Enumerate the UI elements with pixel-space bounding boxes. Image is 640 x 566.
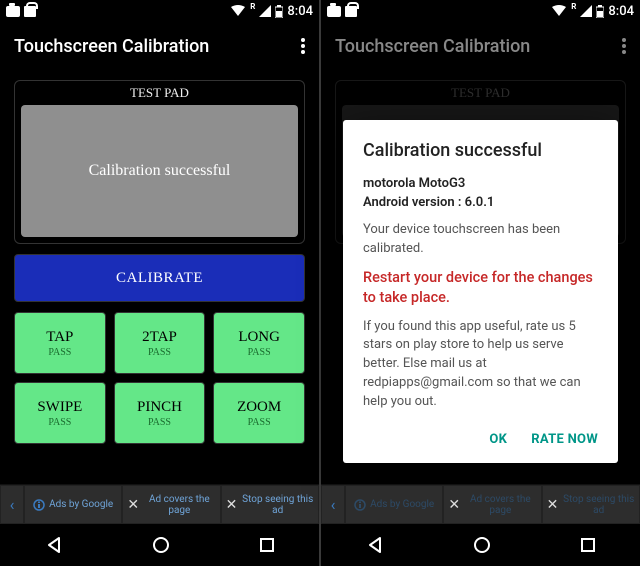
ads-chevron[interactable]: ‹ — [0, 485, 24, 524]
ad-covers-page[interactable]: ✕ Ad covers the page — [122, 485, 220, 524]
close-icon: ✕ — [226, 497, 238, 513]
device-name: motorola MotoG3 — [363, 175, 598, 194]
restart-message: Restart your device for the changes to t… — [363, 268, 598, 307]
nav-recent-button[interactable] — [579, 536, 597, 554]
battery-icon — [275, 5, 283, 18]
ad-covers-page[interactable]: ✕ Ad covers the page — [443, 485, 541, 524]
ads-chevron[interactable]: ‹ — [321, 485, 345, 524]
tile-status: PASS — [48, 417, 71, 428]
tile-2tap[interactable]: 2TAP PASS — [114, 312, 206, 374]
ad-covers-label: Ad covers the page — [143, 494, 216, 516]
shopping-bag-icon — [24, 6, 36, 17]
nav-home-button[interactable] — [472, 535, 492, 555]
stop-seeing-ad[interactable]: ✕ Stop seeing this ad — [542, 485, 640, 524]
wifi-icon — [551, 5, 567, 17]
overflow-menu-icon[interactable] — [301, 38, 305, 54]
close-icon: ✕ — [547, 497, 559, 513]
tile-status: PASS — [248, 347, 271, 358]
tile-zoom[interactable]: ZOOM PASS — [213, 382, 305, 444]
test-pad-surface[interactable]: Calibration successful — [21, 105, 298, 237]
info-icon — [354, 499, 366, 511]
tile-tap[interactable]: TAP PASS — [14, 312, 106, 374]
tile-pinch[interactable]: PINCH PASS — [114, 382, 206, 444]
camera-icon — [6, 6, 20, 17]
info-icon — [33, 499, 45, 511]
roaming-badge: R — [571, 2, 576, 11]
tile-status: PASS — [148, 417, 171, 428]
nav-home-button[interactable] — [151, 535, 171, 555]
ads-by-label: Ads by Google — [370, 499, 434, 510]
nav-bar — [0, 524, 319, 566]
clock: 8:04 — [287, 4, 313, 19]
nav-recent-button[interactable] — [258, 536, 276, 554]
appbar-title: Touchscreen Calibration — [335, 36, 530, 57]
app-bar: Touchscreen Calibration — [321, 22, 640, 70]
chevron-left-icon: ‹ — [10, 495, 15, 514]
dialog-ok-button[interactable]: OK — [489, 432, 507, 447]
nav-bar — [321, 524, 640, 566]
dialog-title: Calibration successful — [363, 140, 598, 161]
gesture-tiles: TAP PASS 2TAP PASS LONG PASS SWIPE PASS … — [14, 312, 305, 444]
calibration-dialog: Calibration successful motorola MotoG3 A… — [343, 120, 618, 463]
signal-icon — [259, 5, 271, 17]
android-version-line: Android version : 6.0.1 — [363, 194, 598, 213]
close-icon: ✕ — [127, 497, 139, 513]
stop-seeing-ad[interactable]: ✕ Stop seeing this ad — [221, 485, 319, 524]
android-version: 6.0.1 — [465, 195, 495, 210]
tile-title: 2TAP — [142, 329, 177, 346]
rate-message: If you found this app useful, rate us 5 … — [363, 318, 598, 412]
signal-icon — [580, 5, 592, 17]
test-pad-label: TEST PAD — [130, 81, 189, 105]
tile-status: PASS — [148, 347, 171, 358]
nav-back-button[interactable] — [44, 535, 64, 555]
app-bar: Touchscreen Calibration — [0, 22, 319, 70]
ads-by-label: Ads by Google — [49, 499, 113, 510]
stop-ad-label: Stop seeing this ad — [241, 494, 314, 516]
ads-banner: ‹ Ads by Google ✕ Ad covers the page ✕ S… — [0, 484, 319, 524]
dialog-rate-now-button[interactable]: RATE NOW — [531, 432, 598, 447]
tile-title: ZOOM — [237, 399, 281, 416]
nav-back-button[interactable] — [365, 535, 385, 555]
dialog-actions: OK RATE NOW — [363, 424, 598, 455]
phone-right: R 8:04 Touchscreen Calibration TEST PAD … — [321, 0, 640, 566]
clock: 8:04 — [608, 4, 634, 19]
status-bar: R 8:04 — [321, 0, 640, 22]
close-icon: ✕ — [448, 497, 460, 513]
appbar-title: Touchscreen Calibration — [14, 36, 209, 57]
dialog-body: motorola MotoG3 Android version : 6.0.1 … — [363, 175, 598, 412]
android-version-label: Android version : — [363, 195, 465, 210]
wifi-icon — [230, 5, 246, 17]
overflow-menu-icon[interactable] — [622, 38, 626, 54]
chevron-left-icon: ‹ — [331, 495, 336, 514]
status-bar: R 8:04 — [0, 0, 319, 22]
calibrate-label: CALIBRATE — [116, 270, 203, 287]
tile-title: PINCH — [137, 399, 182, 416]
calibrated-message: Your device touchscreen has been calibra… — [363, 221, 598, 259]
tile-swipe[interactable]: SWIPE PASS — [14, 382, 106, 444]
ad-covers-label: Ad covers the page — [464, 494, 537, 516]
tile-title: LONG — [238, 329, 280, 346]
roaming-badge: R — [250, 2, 255, 11]
ads-by-google[interactable]: Ads by Google — [24, 485, 122, 524]
tile-status: PASS — [48, 347, 71, 358]
test-pad-label: TEST PAD — [451, 81, 510, 105]
tile-title: TAP — [46, 329, 73, 346]
test-pad-frame: TEST PAD Calibration successful — [14, 80, 305, 244]
ads-by-google[interactable]: Ads by Google — [345, 485, 443, 524]
battery-icon — [596, 5, 604, 18]
calibrate-button[interactable]: CALIBRATE — [14, 254, 305, 302]
stop-ad-label: Stop seeing this ad — [562, 494, 635, 516]
shopping-bag-icon — [345, 6, 357, 17]
tile-title: SWIPE — [37, 399, 82, 416]
tile-status: PASS — [248, 417, 271, 428]
tile-long[interactable]: LONG PASS — [213, 312, 305, 374]
phone-left: R 8:04 Touchscreen Calibration TEST PAD … — [0, 0, 319, 566]
camera-icon — [327, 6, 341, 17]
test-pad-message: Calibration successful — [89, 162, 231, 180]
ads-banner: ‹ Ads by Google ✕ Ad covers the page ✕ S… — [321, 484, 640, 524]
